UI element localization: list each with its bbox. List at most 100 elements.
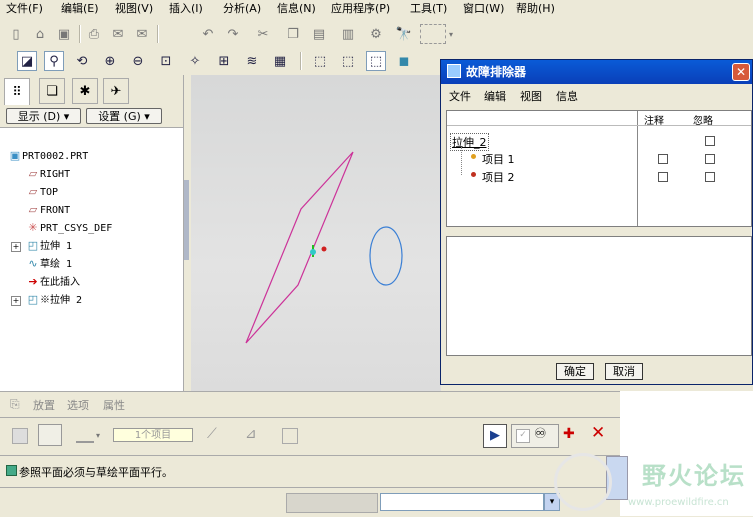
refit-icon[interactable]: ⊡ (156, 51, 176, 71)
extrude-icon: ◰ (27, 239, 39, 252)
tree-item[interactable]: ▱ RIGHT (26, 165, 70, 183)
flip-direction-icon[interactable]: ⟋ (207, 426, 217, 442)
menu-applications[interactable]: 应用程序(P) (331, 1, 390, 17)
select-box-icon[interactable] (420, 24, 446, 44)
collapse-handle[interactable] (184, 180, 189, 260)
orient-icon[interactable]: ⟲ (72, 51, 92, 71)
wireframe-icon[interactable]: ⬚ (310, 51, 330, 71)
note-checkbox[interactable] (658, 172, 668, 182)
undo-icon[interactable]: ↶ (198, 24, 218, 44)
tab-properties[interactable]: 属性 (103, 397, 125, 413)
cancel-feature-icon[interactable]: ✕ (591, 423, 605, 443)
dialog-menu-view[interactable]: 视图 (520, 88, 542, 104)
expand-icon[interactable]: + (11, 242, 21, 252)
reorient-icon[interactable]: ✧ (185, 51, 205, 71)
saved-views-icon[interactable]: ⊞ (214, 51, 234, 71)
menu-help[interactable]: 帮助(H) (516, 1, 555, 17)
tree-item[interactable]: ➔ 在此插入 (26, 273, 80, 291)
menu-file[interactable]: 文件(F) (6, 1, 43, 17)
copy-icon[interactable]: ❐ (283, 24, 303, 44)
tree-item[interactable]: ▱ FRONT (26, 201, 70, 219)
spin-center-icon[interactable]: ⚲ (44, 51, 64, 71)
model-tree-tab-icon[interactable]: ⠿ (4, 78, 30, 106)
note-checkbox[interactable] (658, 154, 668, 164)
connections-tab-icon[interactable]: ✈ (103, 78, 129, 104)
email-attach-icon[interactable]: ✉ (132, 24, 152, 44)
shading-icon[interactable]: ◼ (394, 51, 414, 71)
preview-checkbox[interactable]: ✓ (516, 429, 530, 443)
dialog-menu-file[interactable]: 文件 (449, 88, 471, 104)
thicken-icon[interactable] (282, 428, 298, 444)
tree-item[interactable]: ✳ PRT_CSYS_DEF (26, 219, 112, 237)
preview-group: ✓ ♾ (511, 424, 559, 448)
zoom-in-icon[interactable]: ⊕ (100, 51, 120, 71)
menu-tools[interactable]: 工具(T) (410, 1, 447, 17)
graphics-window[interactable] (191, 75, 441, 391)
expand-icon[interactable]: + (11, 296, 21, 306)
tab-placement[interactable]: 放置 (33, 397, 55, 413)
pause-resume-icon[interactable]: ▶ (483, 424, 507, 448)
list-item[interactable]: 项目 2 (482, 169, 515, 185)
email-icon[interactable]: ✉ (108, 24, 128, 44)
regenerate-icon[interactable]: ⚙ (366, 24, 386, 44)
sketch-icon: ∿ (28, 257, 38, 270)
glasses-icon[interactable]: ♾ (534, 426, 547, 442)
menu-window[interactable]: 窗口(W) (463, 1, 504, 17)
tree-item[interactable]: ◰ 拉伸 1 (26, 237, 72, 255)
folder-browser-tab-icon[interactable]: ❏ (39, 78, 65, 104)
list-item[interactable]: 项目 1 (482, 151, 515, 167)
print-icon[interactable]: ⎙ (84, 24, 104, 44)
find-icon[interactable]: 🔭 (394, 24, 414, 44)
settings-dropdown[interactable]: 设置 (G) ▾ (86, 108, 162, 124)
ignore-checkbox[interactable] (705, 172, 715, 182)
redraw-icon[interactable]: ◪ (17, 51, 37, 71)
csys-origin (310, 249, 316, 255)
tree-item[interactable]: ∿ 草绘 1 (26, 255, 72, 273)
menu-analysis[interactable]: 分析(A) (223, 1, 261, 17)
dialog-title-bar[interactable]: 故障排除器 ✕ (441, 60, 752, 84)
favorites-tab-icon[interactable]: ✱ (72, 78, 98, 104)
detail-pane[interactable] (446, 236, 752, 356)
remove-material-icon[interactable]: ⊿ (245, 426, 257, 442)
cancel-button[interactable]: 取消 (605, 363, 643, 380)
chevron-down-icon[interactable]: ▾ (96, 431, 100, 440)
close-icon[interactable]: ✕ (732, 63, 750, 81)
depth-option-icon[interactable] (76, 427, 94, 443)
tab-options[interactable]: 选项 (67, 397, 89, 413)
zoom-out-icon[interactable]: ⊖ (128, 51, 148, 71)
dashboard-tabs: ⎘ 放置 选项 属性 (0, 391, 620, 418)
view-manager-icon[interactable]: ▦ (270, 51, 290, 71)
surface-icon[interactable] (38, 424, 62, 446)
save-icon[interactable]: ▣ (54, 24, 74, 44)
menu-edit[interactable]: 编辑(E) (61, 1, 99, 17)
ignore-checkbox[interactable] (705, 136, 715, 146)
ignore-checkbox[interactable] (705, 154, 715, 164)
new-icon[interactable]: ▯ (6, 24, 26, 44)
dialog-menu-edit[interactable]: 编辑 (484, 88, 506, 104)
navigator-tabs: ⠿ ❏ ✱ ✈ (0, 75, 183, 106)
menu-info[interactable]: 信息(N) (277, 1, 316, 17)
no-hidden-icon[interactable]: ⬚ (366, 51, 386, 71)
redo-icon[interactable]: ↷ (223, 24, 243, 44)
ok-button[interactable]: 确定 (556, 363, 594, 380)
paste-icon[interactable]: ▤ (309, 24, 329, 44)
layers-icon[interactable]: ≋ (242, 51, 262, 71)
apply-icon[interactable]: ✚ (563, 426, 575, 442)
hidden-line-icon[interactable]: ⬚ (338, 51, 358, 71)
tree-root-item[interactable]: 拉伸_2 (450, 133, 489, 151)
open-icon[interactable]: ⌂ (30, 24, 50, 44)
menu-insert[interactable]: 插入(I) (169, 1, 203, 17)
paste-special-icon[interactable]: ▥ (338, 24, 358, 44)
cut-icon[interactable]: ✂ (253, 24, 273, 44)
dialog-menu-info[interactable]: 信息 (556, 88, 578, 104)
solid-icon[interactable] (12, 428, 28, 444)
column-header-ignore: 忽略 (693, 116, 713, 127)
tree-item[interactable]: ▣ PRT0002.PRT (8, 147, 88, 165)
filter-select[interactable] (380, 493, 544, 511)
tree-item[interactable]: ◰ ※拉伸 2 (26, 291, 82, 309)
display-dropdown[interactable]: 显示 (D) ▾ (6, 108, 81, 124)
reference-collector[interactable]: 1个项目 (113, 428, 193, 442)
tree-item[interactable]: ▱ TOP (26, 183, 58, 201)
menu-view[interactable]: 视图(V) (115, 1, 153, 17)
chevron-down-icon[interactable]: ▾ (446, 24, 456, 44)
